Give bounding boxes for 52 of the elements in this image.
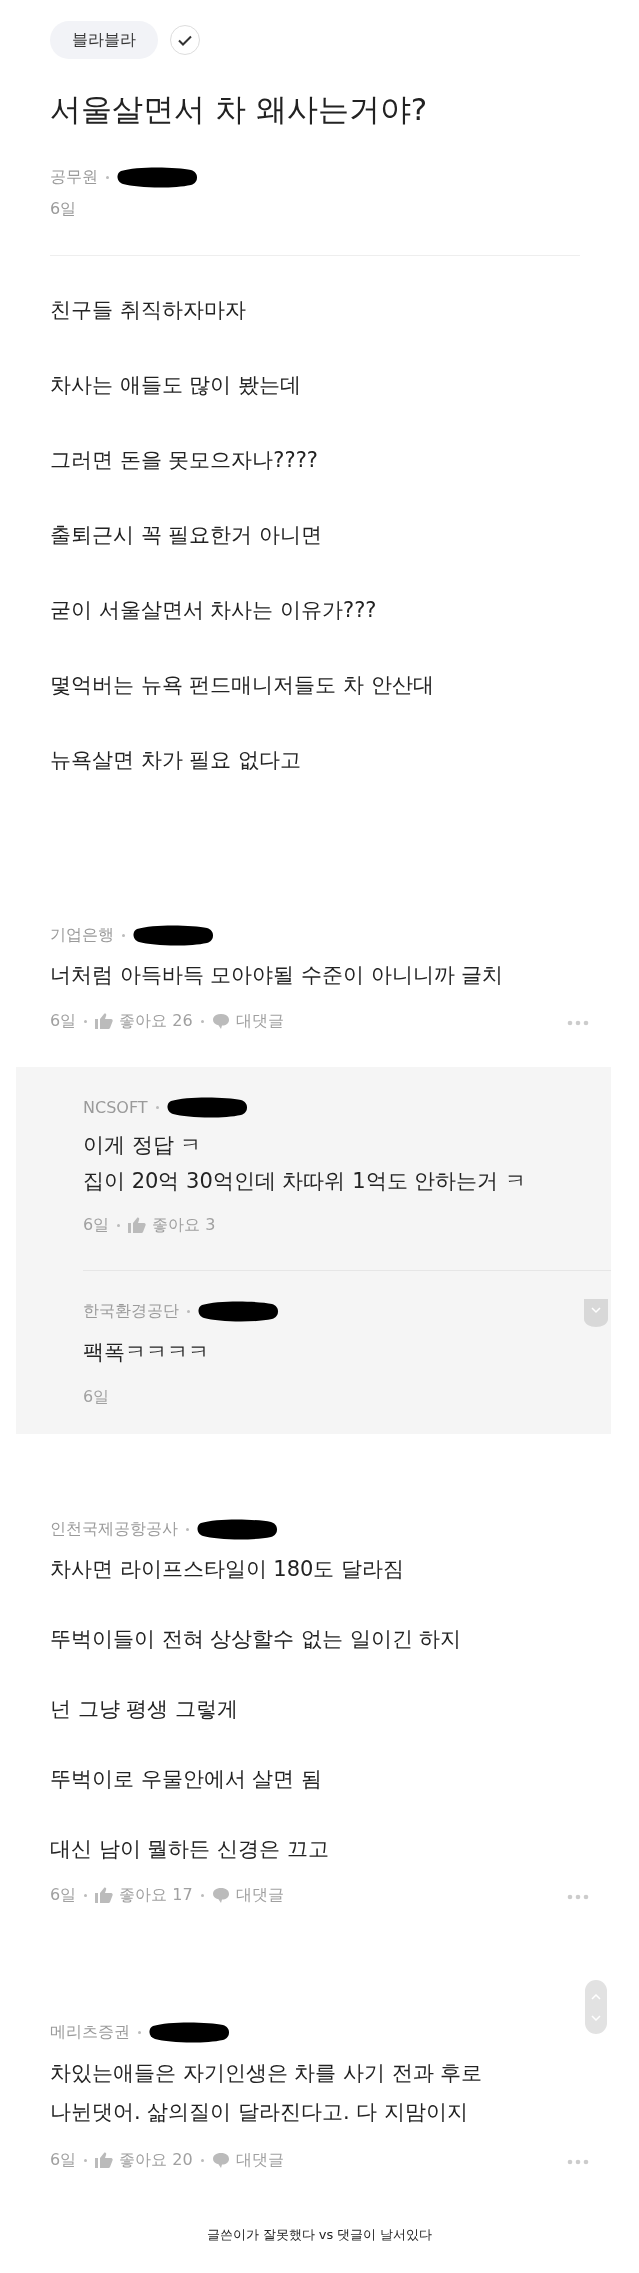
comment-time: 6일 bbox=[50, 1010, 77, 1032]
company-name: 기업은행 bbox=[50, 924, 114, 946]
separator-dot bbox=[122, 933, 125, 937]
comment-text: 차있는애들은 자기인생은 차를 사기 전과 후로 bbox=[50, 2060, 484, 2087]
separator-dot bbox=[155, 1105, 159, 1109]
reply-button[interactable]: 대댓글 bbox=[211, 1010, 284, 1032]
company-name: NCSOFT bbox=[83, 1097, 148, 1117]
post-text: 굳이 서울살면서 차사는 이유가??? bbox=[50, 597, 378, 624]
reply-text: 집이 20억 30억인데 차따위 1억도 안하는거 ㅋ bbox=[83, 1168, 527, 1195]
chevron-tab-icon[interactable] bbox=[584, 1299, 608, 1327]
comment-time: 6일 bbox=[50, 2149, 77, 2171]
comment-text: 차사면 라이프스타일이 180도 달라짐 bbox=[50, 1556, 406, 1583]
like-button[interactable]: 좋아요 20 bbox=[95, 2149, 193, 2171]
comment-time: 6일 bbox=[83, 1386, 110, 1408]
company-name: 메리츠증권 bbox=[50, 2021, 130, 2043]
speech-bubble-icon bbox=[211, 1012, 230, 1030]
like-button[interactable]: 좋아요 17 bbox=[95, 1884, 193, 1906]
comment-time: 6일 bbox=[83, 1214, 110, 1236]
post-text: 친구들 취직하자마자 bbox=[50, 297, 247, 324]
separator-dot bbox=[200, 1019, 204, 1023]
post-text: 뉴욕살면 차가 필요 없다고 bbox=[50, 747, 303, 774]
thumbs-up-icon bbox=[95, 1013, 114, 1029]
comment-text: 넌 그냥 평생 그렇게 bbox=[50, 1696, 240, 1723]
like-button[interactable]: 좋아요 26 bbox=[95, 1010, 193, 1032]
separator-dot bbox=[106, 175, 109, 179]
comment-text: 나뉜댓어. 삶의질이 달라진다고. 다 지맘이지 bbox=[50, 2099, 470, 2126]
category-tag[interactable]: 블라블라 bbox=[50, 21, 158, 59]
comment-text: 너처럼 아득바득 모아야될 수준이 아니니까 글치 bbox=[50, 962, 505, 989]
comment-time: 6일 bbox=[50, 1884, 77, 1906]
post-text: 출퇴근시 꼭 필요한거 아니면 bbox=[50, 522, 324, 549]
post-text: 몇억버는 뉴욕 펀드매니저들도 차 안산대 bbox=[50, 672, 435, 699]
reply-text: 팩폭ㅋㅋㅋㅋ bbox=[83, 1339, 210, 1366]
company-name: 한국환경공단 bbox=[83, 1300, 179, 1322]
company-name: 공무원 bbox=[50, 166, 98, 188]
company-name: 인천국제공항공사 bbox=[50, 1518, 178, 1540]
like-button[interactable]: 좋아요 3 bbox=[128, 1214, 216, 1236]
post-time: 6일 bbox=[50, 198, 78, 220]
more-icon[interactable] bbox=[567, 1020, 589, 1026]
comment-text: 뚜벅이로 우물안에서 살면 됨 bbox=[50, 1766, 324, 1793]
thumbs-up-icon bbox=[128, 1217, 147, 1233]
comment-text: 뚜벅이들이 전혀 상상할수 없는 일이긴 하지 bbox=[50, 1626, 463, 1653]
reply-button[interactable]: 대댓글 bbox=[211, 1884, 284, 1906]
separator-dot bbox=[117, 1223, 121, 1227]
separator-dot bbox=[84, 1019, 88, 1023]
reply-text: 이게 정답 ㅋ bbox=[83, 1132, 203, 1159]
post-text: 차사는 애들도 많이 봤는데 bbox=[50, 372, 303, 399]
post-text: 그러면 돈을 못모으자나???? bbox=[50, 447, 319, 474]
reply-button[interactable]: 대댓글 bbox=[211, 2149, 284, 2171]
post-title: 서울살면서 차 왜사는거야? bbox=[50, 90, 429, 129]
separator-dot bbox=[187, 1309, 190, 1313]
caption-text: 글쓴이가 잘못했다 vs 댓글이 날서있다 bbox=[206, 2227, 433, 2242]
comment-text: 대신 남이 뭘하든 신경은 끄고 bbox=[50, 1836, 330, 1863]
